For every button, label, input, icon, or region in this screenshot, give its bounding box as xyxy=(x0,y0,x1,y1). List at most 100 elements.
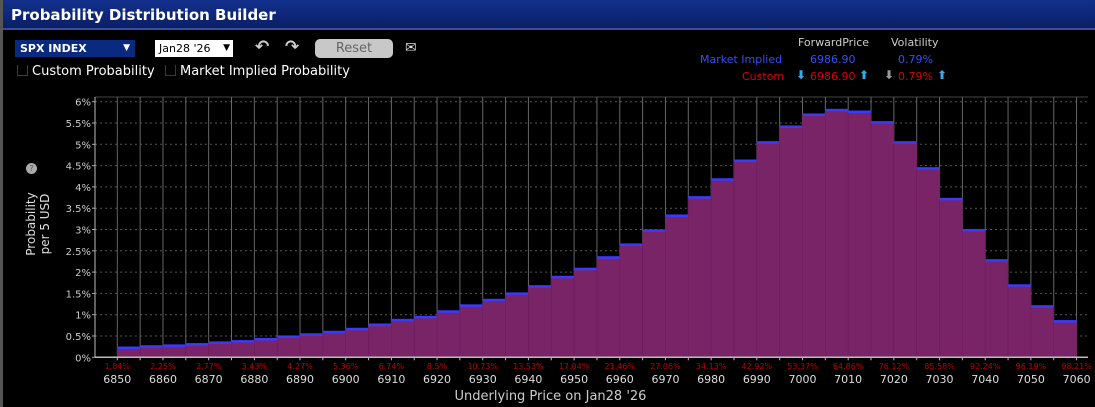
x-tick-label: 6870 xyxy=(195,373,223,386)
x-tick-label: 6880 xyxy=(240,373,268,386)
market-implied-bar-top xyxy=(916,167,940,170)
custom-probability-bar xyxy=(596,256,621,358)
market-implied-bar-top xyxy=(505,292,529,295)
custom-probability-bar xyxy=(254,338,278,358)
custom-probability-bar xyxy=(733,160,758,358)
y-tick-label: 3% xyxy=(75,226,91,237)
y-tick-label: 1.5% xyxy=(66,289,91,300)
market-implied-bar-top xyxy=(1030,305,1054,308)
probability-chart[interactable]: 0% 0.5% 1% 1.5% 2% 2.5% 3% 3.5% 4% 4.5% 5% 5.5% 6% 68… xyxy=(3,0,1095,407)
custom-probability-bar xyxy=(916,167,940,358)
y-tick-label: 4% xyxy=(75,183,91,194)
cumulative-probability-label: 96.19% xyxy=(1016,362,1047,371)
cumulative-probability-label: 76.12% xyxy=(879,362,910,371)
custom-probability-bar xyxy=(482,299,506,358)
custom-probability-bar xyxy=(642,230,666,358)
x-tick-label: 6970 xyxy=(651,373,679,386)
custom-probability-bar xyxy=(939,198,963,358)
cumulative-probability-label: 6.74% xyxy=(379,362,405,371)
x-tick-label: 7010 xyxy=(834,373,862,386)
y-tick-label: 5.5% xyxy=(66,119,91,130)
market-implied-bar-top xyxy=(231,340,255,343)
market-implied-bar-top xyxy=(688,196,712,199)
market-implied-bar-top xyxy=(939,197,963,201)
custom-probability-bar xyxy=(345,328,369,358)
custom-probability-bar xyxy=(1053,320,1077,358)
y-tick-label: 2.5% xyxy=(66,247,91,258)
custom-probability-bar xyxy=(870,121,895,358)
custom-probability-bar xyxy=(528,285,552,358)
custom-probability-bar xyxy=(368,324,392,358)
cumulative-probability-label: 5.36% xyxy=(333,362,359,371)
custom-probability-bar xyxy=(505,293,529,358)
custom-probability-bar xyxy=(825,109,849,358)
cumulative-probability-label: 8.5% xyxy=(427,362,448,371)
market-implied-bar-top xyxy=(345,327,369,331)
custom-probability-bar xyxy=(619,244,643,358)
market-implied-bar-top xyxy=(574,267,597,271)
y-tick-label: 0.5% xyxy=(66,332,91,343)
cumulative-probability-label: 27.06% xyxy=(650,362,681,371)
cumulative-probability-label: 42.92% xyxy=(742,362,773,371)
market-implied-bar-top xyxy=(893,141,917,144)
custom-probability-bar xyxy=(665,215,689,358)
custom-probability-bar xyxy=(208,342,232,358)
market-implied-bar-top xyxy=(779,125,803,128)
custom-probability-bar xyxy=(779,126,803,358)
market-implied-bar-top xyxy=(756,141,780,144)
x-tick-label: 6990 xyxy=(743,373,771,386)
market-implied-bar-top xyxy=(482,298,506,302)
custom-probability-bar xyxy=(847,111,872,358)
custom-probability-bar xyxy=(276,336,301,358)
x-tick-label: 6900 xyxy=(332,373,360,386)
market-implied-bar-top xyxy=(528,285,552,288)
custom-probability-bar xyxy=(162,345,187,358)
cumulative-probability-label: 13.53% xyxy=(513,362,544,371)
market-implied-bar-top xyxy=(254,337,278,341)
market-implied-bar-top xyxy=(300,333,323,336)
cumulative-probability-label: 2.77% xyxy=(196,362,222,371)
custom-probability-bar xyxy=(436,311,461,358)
x-tick-label: 7060 xyxy=(1063,373,1091,386)
market-implied-bar-top xyxy=(208,341,232,344)
custom-probability-bar xyxy=(710,178,735,358)
y-tick-label: 2% xyxy=(75,268,91,279)
market-implied-bar-top xyxy=(733,159,757,162)
custom-probability-bar xyxy=(573,268,598,358)
x-tick-label: 7040 xyxy=(971,373,999,386)
custom-probability-bar xyxy=(893,141,917,358)
y-tick-label: 1% xyxy=(75,311,91,322)
custom-probability-bar xyxy=(299,334,324,358)
cumulative-probability-label: 4.27% xyxy=(287,362,313,371)
x-tick-label: 7050 xyxy=(1017,373,1045,386)
cumulative-probability-label: 34.13% xyxy=(696,362,727,371)
market-implied-bar-top xyxy=(277,335,301,338)
y-tick-label: 0% xyxy=(75,353,91,364)
custom-probability-bar xyxy=(185,343,209,358)
cumulative-probability-label: 2.25% xyxy=(150,362,176,371)
cumulative-probability-label: 3.43% xyxy=(242,362,268,371)
market-implied-bar-top xyxy=(871,121,894,124)
custom-probability-bar xyxy=(756,141,780,358)
market-implied-bar-top xyxy=(162,344,186,347)
market-implied-bar-top xyxy=(368,323,392,326)
cumulative-probability-label: 98.21% xyxy=(1061,362,1092,371)
custom-probability-bar xyxy=(391,319,415,358)
x-tick-label: 7000 xyxy=(789,373,817,386)
custom-probability-bar xyxy=(551,276,575,358)
market-implied-bar-top xyxy=(414,315,438,319)
cumulative-probability-label: 1.84% xyxy=(105,362,131,371)
market-implied-bar-top xyxy=(1008,284,1031,287)
x-tick-label: 6940 xyxy=(514,373,542,386)
custom-probability-bar xyxy=(139,345,164,358)
cumulative-probability-label: 92.24% xyxy=(970,362,1001,371)
market-implied-bar-top xyxy=(437,310,460,313)
x-tick-label: 6850 xyxy=(103,373,131,386)
x-tick-label: 7020 xyxy=(880,373,908,386)
custom-probability-bar xyxy=(688,196,712,358)
market-implied-bar-top xyxy=(802,113,826,116)
custom-probability-bar xyxy=(413,316,438,358)
market-implied-bar-top xyxy=(665,214,689,217)
custom-probability-bar xyxy=(1007,285,1032,358)
x-tick-label: 6950 xyxy=(560,373,588,386)
